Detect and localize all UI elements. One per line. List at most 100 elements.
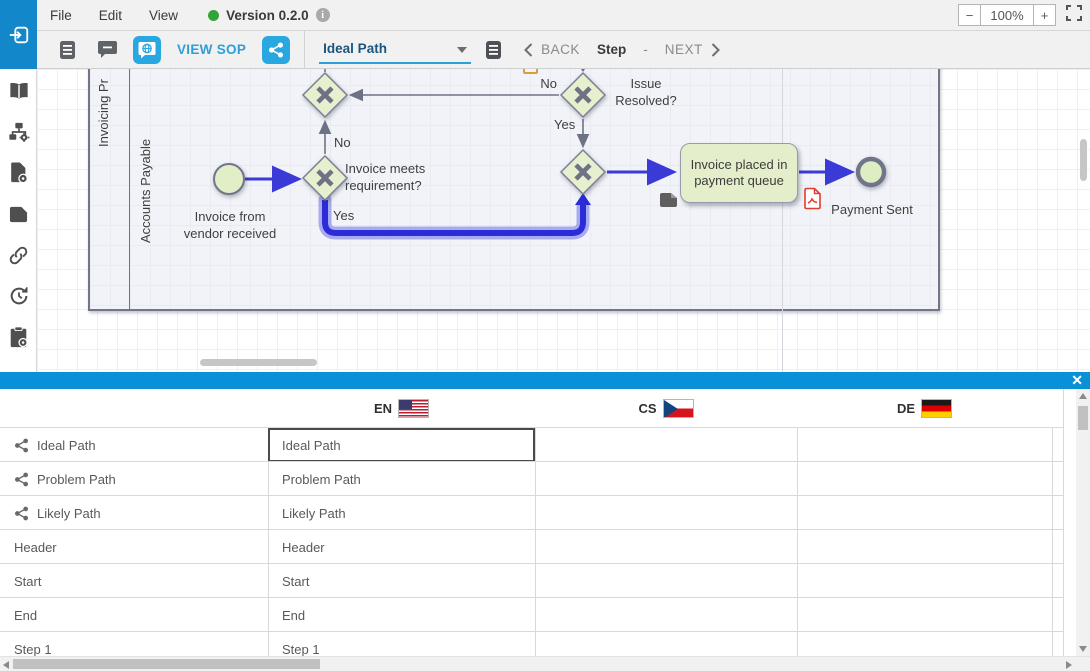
tag-icon[interactable] <box>0 199 37 229</box>
sidebar-app-button[interactable] <box>0 0 37 69</box>
diagram-canvas[interactable]: Invoicing Pr Accounts Payable <box>37 69 1090 372</box>
scroll-right-icon[interactable] <box>1066 661 1072 669</box>
table-right-edge <box>1063 389 1064 656</box>
path-selector-dropdown[interactable]: Ideal Path <box>319 36 471 64</box>
clipboard-settings-icon[interactable] <box>0 322 37 352</box>
column-header-cs[interactable]: CS <box>535 389 797 427</box>
canvas-vertical-scrollbar[interactable] <box>1080 139 1087 181</box>
cell-cs[interactable] <box>535 530 797 564</box>
panel-vertical-scrollbar[interactable] <box>1076 389 1090 656</box>
cell-cs[interactable] <box>535 462 797 496</box>
next-button[interactable]: NEXT <box>665 42 703 57</box>
cell-edge <box>1052 632 1063 656</box>
cell-en[interactable]: Header <box>268 530 535 564</box>
share-icon <box>268 42 284 58</box>
cell-en[interactable]: End <box>268 598 535 632</box>
label-issue-question: Issue Resolved? <box>605 76 687 110</box>
cell-de[interactable] <box>797 598 1052 632</box>
panel-title-bar[interactable]: ✕ <box>0 372 1090 389</box>
scroll-down-icon[interactable] <box>1079 646 1087 652</box>
chat-globe-icon <box>138 41 156 59</box>
zoom-in-button[interactable]: + <box>1034 4 1056 26</box>
cell-cs[interactable] <box>535 598 797 632</box>
cell-de[interactable] <box>797 462 1052 496</box>
pdf-file-icon[interactable] <box>805 189 820 209</box>
menu-edit[interactable]: Edit <box>99 8 122 23</box>
vertical-scroll-thumb[interactable] <box>1078 406 1088 430</box>
link-icon[interactable] <box>0 240 37 270</box>
column-header-en[interactable]: EN <box>268 389 535 427</box>
cell-de[interactable] <box>797 428 1052 462</box>
gateway-invoice-requirement[interactable] <box>303 156 347 200</box>
file-status-icon[interactable] <box>0 158 37 188</box>
cell-en-selected[interactable]: Ideal Path <box>268 428 535 462</box>
cell-de[interactable] <box>797 530 1052 564</box>
view-sop-link[interactable]: VIEW SOP <box>177 42 246 57</box>
gateway-issue-resolved[interactable] <box>561 73 605 117</box>
label-requirement-yes: Yes <box>333 208 354 225</box>
start-event[interactable] <box>214 164 244 194</box>
data-object-icon[interactable] <box>660 193 677 207</box>
cell-en[interactable]: Start <box>268 564 535 598</box>
cell-cs[interactable] <box>535 632 797 656</box>
menu-file[interactable]: File <box>50 8 72 23</box>
column-header-de[interactable]: DE <box>797 389 1052 427</box>
scroll-up-icon[interactable] <box>1079 393 1087 399</box>
cell-de[interactable] <box>797 496 1052 530</box>
info-icon[interactable]: i <box>316 8 330 22</box>
fullscreen-icon[interactable] <box>1066 5 1082 26</box>
cell-cs[interactable] <box>535 428 797 462</box>
share-icon <box>14 472 29 487</box>
flow-arrow-into-issue-gateway[interactable] <box>578 69 589 72</box>
highlighted-path[interactable] <box>325 193 591 233</box>
canvas-horizontal-scrollbar[interactable] <box>200 359 317 366</box>
translate-chat-button[interactable] <box>133 36 161 64</box>
column-code-de: DE <box>897 401 915 416</box>
end-event[interactable] <box>858 159 884 185</box>
label-requirement-question: Invoice meets requirement? <box>345 161 457 195</box>
sop-document-icon[interactable] <box>485 40 502 60</box>
history-icon[interactable] <box>0 281 37 311</box>
table-body: Ideal PathIdeal PathProblem PathProblem … <box>0 427 1063 656</box>
cell-edge <box>1052 598 1063 632</box>
path-selector-value: Ideal Path <box>323 41 387 56</box>
chevron-left-icon[interactable] <box>524 43 533 57</box>
back-button[interactable]: BACK <box>541 42 580 57</box>
table-row: HeaderHeader <box>0 529 1063 563</box>
comment-icon[interactable] <box>98 40 117 59</box>
menu-view[interactable]: View <box>149 8 178 23</box>
zoom-out-button[interactable]: − <box>958 4 980 26</box>
gateway-merge-top[interactable] <box>303 73 347 117</box>
horizontal-scroll-thumb[interactable] <box>13 659 320 669</box>
row-label: Step 1 <box>0 632 268 656</box>
table-row: Likely PathLikely Path <box>0 495 1063 529</box>
document-icon[interactable] <box>59 40 76 60</box>
glossary-book-icon[interactable] <box>0 76 37 106</box>
cell-en[interactable]: Problem Path <box>268 462 535 496</box>
gateway-merge-before-task[interactable] <box>561 150 605 194</box>
cell-edge <box>1052 530 1063 564</box>
cell-cs[interactable] <box>535 496 797 530</box>
cell-de[interactable] <box>797 564 1052 598</box>
share-icon <box>14 506 29 521</box>
chevron-right-icon[interactable] <box>711 43 720 57</box>
cell-en[interactable]: Step 1 <box>268 632 535 656</box>
cell-en[interactable]: Likely Path <box>268 496 535 530</box>
cell-cs[interactable] <box>535 564 797 598</box>
row-label: Ideal Path <box>0 428 268 462</box>
table-row: StartStart <box>0 563 1063 597</box>
step-navigation: BACK Step - NEXT <box>524 42 720 57</box>
panel-horizontal-scrollbar[interactable] <box>0 656 1090 671</box>
scroll-left-icon[interactable] <box>3 661 9 669</box>
row-label-text: Problem Path <box>37 472 116 487</box>
share-button[interactable] <box>262 36 290 64</box>
label-issue-yes: Yes <box>554 117 575 134</box>
close-icon[interactable]: ✕ <box>1071 371 1083 389</box>
column-code-cs: CS <box>638 401 656 416</box>
zoom-controls: − 100% + <box>958 4 1082 26</box>
column-code-en: EN <box>374 401 392 416</box>
cell-de[interactable] <box>797 632 1052 656</box>
task-invoice-payment-queue[interactable]: Invoice placed in payment queue <box>680 143 798 203</box>
row-label-text: Ideal Path <box>37 438 96 453</box>
process-tree-icon[interactable] <box>0 117 37 147</box>
